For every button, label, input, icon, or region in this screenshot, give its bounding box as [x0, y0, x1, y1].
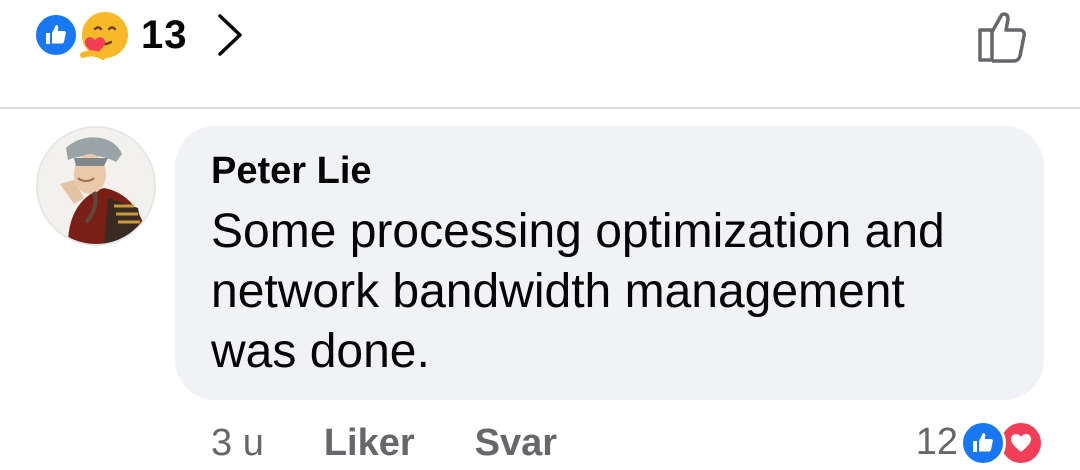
like-comment-button[interactable]: Liker	[324, 422, 415, 465]
comment-text: Some processing optimization and network…	[211, 205, 945, 378]
reaction-icons	[33, 9, 133, 61]
comment-reaction-count: 12	[915, 420, 958, 463]
chevron-right-icon[interactable]	[214, 12, 246, 58]
comment-reaction-summary[interactable]: 12	[916, 414, 1046, 470]
avatar[interactable]	[36, 126, 156, 246]
post-reaction-count: 13	[141, 12, 188, 57]
thumbs-up-outline-icon[interactable]	[972, 6, 1032, 66]
post-reaction-summary[interactable]: 13	[33, 8, 246, 62]
comment-timestamp[interactable]: 3 u	[211, 422, 264, 465]
reply-button[interactable]: Svar	[475, 422, 557, 465]
like-reaction-icon	[960, 420, 1006, 466]
comment-actions: 3 u Liker Svar	[211, 418, 557, 468]
comment-thread: 13 Peter Lie Some processing optimizatio…	[0, 0, 1080, 470]
care-reaction-icon	[79, 9, 131, 61]
comment-author-name[interactable]: Peter Lie	[211, 150, 372, 193]
like-reaction-icon	[33, 12, 79, 58]
comment-reaction-icons	[960, 418, 1046, 466]
divider	[0, 107, 1080, 109]
comment-bubble: Peter Lie Some processing optimization a…	[175, 126, 1044, 400]
